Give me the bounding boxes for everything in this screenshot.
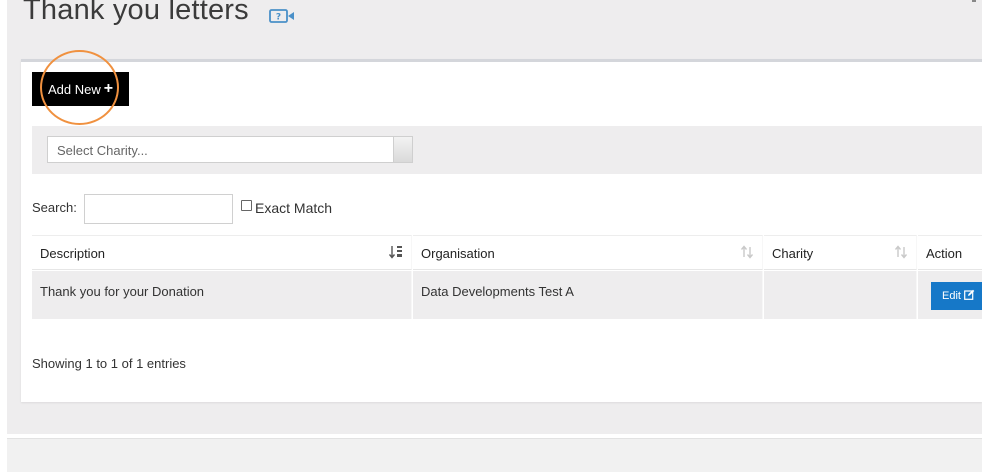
column-header-action: Action: [918, 235, 982, 270]
column-header-label: Action: [926, 246, 963, 261]
charity-select[interactable]: Select Charity...: [47, 136, 413, 163]
edit-button[interactable]: Edit: [931, 282, 982, 310]
exact-match-checkbox[interactable]: [241, 200, 252, 211]
description-text: Thank you for your Donation: [40, 284, 205, 299]
table-info: Showing 1 to 1 of 1 entries: [32, 356, 186, 371]
column-header-label: Charity: [772, 246, 814, 261]
search-input[interactable]: [84, 194, 233, 224]
video-help-icon[interactable]: ?: [269, 9, 295, 23]
exact-match-label: Exact Match: [255, 200, 333, 216]
edit-icon: [964, 289, 975, 303]
charity-select-placeholder: Select Charity...: [57, 143, 148, 158]
table-cell-charity: [764, 271, 917, 319]
column-header-organisation[interactable]: Organisation: [413, 235, 763, 270]
table-cell-organisation: Data Developments Test A: [413, 271, 763, 319]
sort-ascending-icon: [388, 245, 403, 259]
content-panel: [21, 59, 982, 402]
column-header-label: Description: [40, 246, 106, 261]
search-label: Search:: [32, 200, 77, 215]
add-new-label: Add New: [47, 81, 101, 97]
plus-icon: +: [103, 79, 114, 97]
footer-strip: [7, 438, 982, 472]
table-cell-description: Thank you for your Donation: [32, 271, 412, 319]
column-header-label: Organisation: [421, 246, 495, 261]
page-title: Thank you letters: [23, 0, 249, 26]
edit-label: Edit: [942, 290, 961, 302]
corner-marker: [972, 0, 976, 2]
svg-text:?: ?: [276, 13, 281, 23]
sort-icon: [740, 245, 754, 259]
column-header-charity[interactable]: Charity: [764, 235, 917, 270]
chevron-down-icon[interactable]: [393, 137, 412, 162]
column-header-description[interactable]: Description: [32, 235, 412, 270]
add-new-button[interactable]: Add New +: [32, 72, 129, 106]
organisation-text: Data Developments Test A: [421, 284, 574, 299]
sort-icon: [894, 245, 908, 259]
